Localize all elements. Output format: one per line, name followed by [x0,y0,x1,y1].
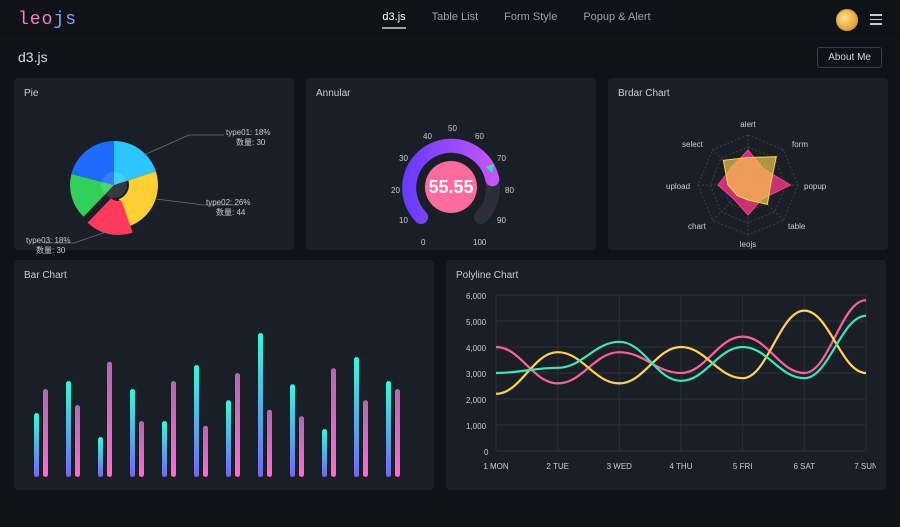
svg-text:leojs: leojs [740,240,756,249]
svg-text:10: 10 [399,216,408,225]
svg-text:type03: 18%: type03: 18% [26,236,70,245]
brand-logo[interactable]: leojs [18,10,77,30]
svg-text:数量: 30: 数量: 30 [36,245,66,255]
annular-card-title: Annular [316,88,586,99]
page-title: d3.js [18,49,48,65]
svg-text:6,000: 6,000 [466,292,487,301]
svg-text:5,000: 5,000 [466,318,487,327]
nav-form-style[interactable]: Form Style [504,11,557,29]
svg-text:数量: 30: 数量: 30 [236,137,266,147]
annular-card: Annular 0 10 20 30 40 50 60 70 80 90 100 [306,78,596,250]
svg-text:1 MON: 1 MON [483,462,509,471]
svg-text:4 THU: 4 THU [670,462,693,471]
bar-card: Bar Chart [14,260,434,490]
svg-text:table: table [788,222,806,231]
svg-text:50: 50 [448,124,457,133]
polyline-card: Polyline Chart 6,000 5,000 4,000 3,000 2,0… [446,260,886,490]
pie-card: Pie type01: 18% 数量: 30 type02: 26% 数量 [14,78,294,250]
svg-text:3,000: 3,000 [466,370,487,379]
topbar: leojs d3.js Table List Form Style Popup … [0,0,900,40]
pie-card-title: Pie [24,88,284,99]
menu-icon[interactable] [870,14,882,25]
svg-text:5 FRI: 5 FRI [733,462,753,471]
svg-text:20: 20 [391,186,400,195]
svg-text:upload: upload [666,182,690,191]
svg-text:60: 60 [475,132,484,141]
svg-text:chart: chart [688,222,707,231]
nav-table-list[interactable]: Table List [432,11,478,29]
svg-text:form: form [792,140,808,149]
avatar[interactable] [836,9,858,31]
svg-text:80: 80 [505,186,514,195]
subheader: d3.js About Me [0,40,900,68]
svg-text:select: select [682,140,704,149]
gauge-chart: 0 10 20 30 40 50 60 70 80 90 100 55.55 [316,105,586,255]
bar-card-title: Bar Chart [24,270,424,281]
about-me-button[interactable]: About Me [817,47,882,68]
svg-text:popup: popup [804,182,827,191]
svg-text:40: 40 [423,132,432,141]
polyline-chart: 6,000 5,000 4,000 3,000 2,000 1,000 0 1 MON… [456,287,876,487]
svg-text:alert: alert [740,120,756,129]
svg-text:7 SUN: 7 SUN [854,462,876,471]
radar-card-title: Brdar Chart [618,88,878,99]
svg-text:2 TUE: 2 TUE [546,462,569,471]
pie-chart: type01: 18% 数量: 30 type02: 26% 数量: 44 ty… [24,105,284,255]
nav-popup-alert[interactable]: Popup & Alert [583,11,650,29]
top-nav: d3.js Table List Form Style Popup & Aler… [262,11,650,29]
radar-chart: alert form popup table leojs chart uploa… [618,105,878,255]
svg-text:70: 70 [497,154,506,163]
svg-text:6 SAT: 6 SAT [793,462,815,471]
svg-text:0: 0 [421,238,426,247]
svg-text:3 WED: 3 WED [607,462,633,471]
polyline-card-title: Polyline Chart [456,270,876,281]
radar-card: Brdar Chart alert form popup tab [608,78,888,250]
svg-text:1,000: 1,000 [466,422,487,431]
svg-text:0: 0 [484,448,489,457]
nav-d3js[interactable]: d3.js [382,11,405,29]
svg-text:30: 30 [399,154,408,163]
svg-text:type01: 18%: type01: 18% [226,128,270,137]
svg-text:4,000: 4,000 [466,344,487,353]
svg-text:90: 90 [497,216,506,225]
bar-chart [24,287,424,487]
svg-text:数量: 44: 数量: 44 [216,207,246,217]
svg-text:2,000: 2,000 [466,396,487,405]
svg-text:100: 100 [473,238,487,247]
svg-text:type02: 26%: type02: 26% [206,198,250,207]
svg-text:55.55: 55.55 [428,177,473,197]
